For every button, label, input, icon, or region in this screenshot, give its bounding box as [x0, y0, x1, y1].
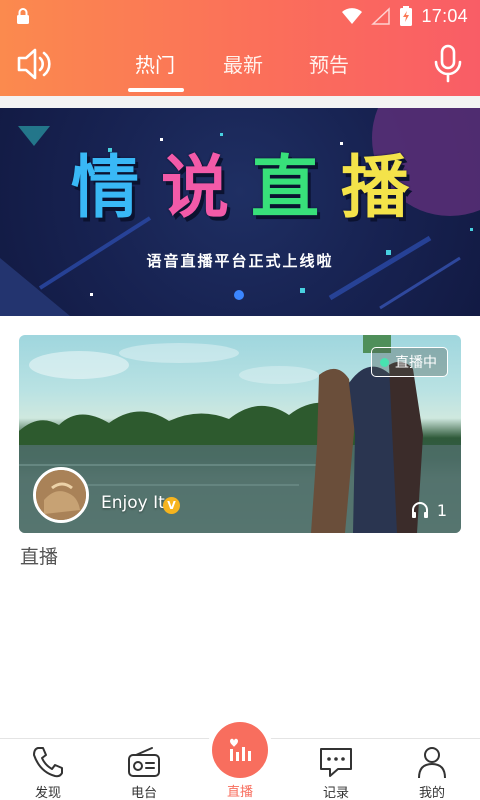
app-header: 17:04 热门 最新 预告 [0, 0, 480, 96]
signal-icon [371, 7, 391, 25]
tab-profile-label: 我的 [418, 786, 445, 800]
live-room-card[interactable]: 直播中 Enjoy It V 1 [19, 335, 461, 533]
listener-count-value: 1 [436, 500, 447, 520]
microphone-button[interactable] [432, 43, 464, 85]
banner-subtitle: 语音直播平台正式上线啦 [146, 252, 334, 270]
status-time: 17:04 [421, 5, 468, 26]
battery-charging-icon [400, 6, 413, 26]
tab-live[interactable] [212, 722, 268, 778]
tab-discover-label: 发现 [34, 786, 61, 800]
microphone-icon [434, 44, 462, 83]
verified-badge-icon: V [163, 497, 180, 514]
tab-preview[interactable]: 预告 [300, 50, 358, 80]
status-bar: 17:04 [0, 0, 480, 32]
headphones-icon [411, 502, 428, 518]
live-dot-icon [380, 357, 389, 367]
banner-title: 情说直播 [0, 144, 480, 234]
banner-title-char: 播 [341, 149, 432, 228]
live-status-label: 直播中 [395, 355, 437, 371]
speaker-icon [17, 48, 51, 80]
tab-discover[interactable]: 发现 [8, 739, 88, 800]
message-icon [320, 748, 352, 777]
live-status-badge: 直播中 [371, 347, 448, 377]
section-label: 直播 [20, 546, 59, 568]
wifi-icon [342, 8, 363, 24]
banner-title-char: 直 [251, 149, 342, 228]
banner-title-char: 情 [70, 149, 161, 228]
tab-live-label: 直播 [226, 785, 253, 800]
avatar-image [36, 470, 86, 520]
tab-records-label: 记录 [322, 786, 349, 800]
tab-radio[interactable]: 电台 [104, 739, 184, 800]
tab-latest[interactable]: 最新 [214, 50, 272, 80]
phone-icon [33, 747, 63, 778]
listener-count: 1 [411, 499, 447, 521]
live-bars-icon [230, 738, 251, 761]
promo-banner[interactable]: 情说直播 语音直播平台正式上线啦 [0, 108, 480, 316]
username[interactable]: Enjoy It [101, 493, 165, 513]
lock-icon [17, 8, 29, 24]
tab-radio-label: 电台 [130, 786, 157, 800]
banner-page-indicator [234, 290, 244, 300]
tab-records[interactable]: 记录 [296, 739, 376, 800]
tab-hot[interactable]: 热门 [126, 50, 184, 80]
tab-profile[interactable]: 我的 [392, 739, 472, 800]
radio-icon [128, 747, 160, 777]
banner-title-char: 说 [160, 149, 251, 228]
person-icon [418, 747, 446, 779]
top-nav: 热门 最新 预告 [0, 32, 480, 96]
active-tab-indicator [128, 88, 184, 92]
divider [0, 96, 480, 108]
speaker-button[interactable] [14, 44, 56, 84]
avatar[interactable] [33, 467, 89, 523]
